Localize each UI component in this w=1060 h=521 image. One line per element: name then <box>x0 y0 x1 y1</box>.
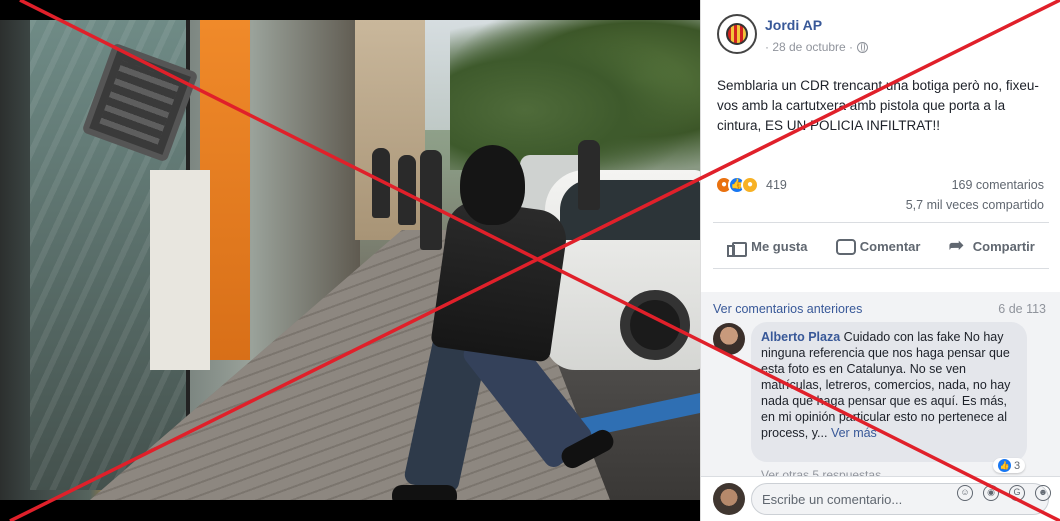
post-meta: · 28 de octubre · <box>765 40 869 54</box>
senyera-emblem-icon <box>726 23 748 45</box>
post-actions: Me gusta Comentar Compartir <box>713 226 1049 266</box>
comment-button[interactable]: Comentar <box>835 238 921 255</box>
share-button[interactable]: Compartir <box>949 235 1035 256</box>
photo-scene <box>0 20 700 500</box>
comment-icon <box>835 238 856 255</box>
photo-bystander <box>578 140 600 210</box>
see-more-link[interactable]: Ver más <box>831 426 877 440</box>
comment-text: Cuidado con las fake No hay ninguna refe… <box>761 330 1011 440</box>
divider <box>713 222 1049 223</box>
comment-author[interactable]: Alberto Plaza <box>761 330 840 344</box>
comments-page-count: 6 de 113 <box>998 302 1046 316</box>
comment-bubble: Alberto Plaza Cuidado con las fake No ha… <box>751 322 1027 462</box>
comment-like-count: 3 <box>1014 459 1021 472</box>
post-photo[interactable] <box>0 0 700 521</box>
camera-icon[interactable]: ◉ <box>983 485 999 501</box>
post-date[interactable]: · 28 de octubre · <box>765 40 853 54</box>
haha-icon: ● <box>741 176 759 194</box>
post-panel: Jordi AP · 28 de octubre · Semblaria un … <box>700 0 1060 521</box>
share-label: Compartir <box>972 238 1035 254</box>
sticker-icon[interactable]: ☻ <box>1035 485 1051 501</box>
commenter-avatar[interactable] <box>713 323 745 355</box>
like-label: Me gusta <box>751 238 808 254</box>
like-button[interactable]: Me gusta <box>727 238 808 257</box>
like-icon: 👍 <box>998 459 1011 472</box>
shares-count[interactable]: 5,7 mil veces compartido <box>906 198 1044 212</box>
reactions-summary[interactable]: ● 👍 ● 419 <box>715 176 787 194</box>
reaction-count: 419 <box>766 178 787 192</box>
emoji-icon[interactable]: ☺ <box>957 485 973 501</box>
photo-man-left-shoe <box>392 485 457 500</box>
photo-bystander <box>398 155 416 225</box>
photo-white-wall <box>150 170 210 370</box>
user-avatar <box>713 483 745 515</box>
composer-icons: ☺ ◉ G ☻ <box>957 485 1051 501</box>
comments-count[interactable]: 169 comentarios <box>952 178 1044 192</box>
comment-label: Comentar <box>859 238 921 254</box>
gif-icon[interactable]: G <box>1009 485 1025 501</box>
photo-bystander <box>372 148 390 218</box>
photo-bystander <box>420 150 442 250</box>
page-name[interactable]: Jordi AP <box>765 17 822 33</box>
globe-icon <box>857 41 869 53</box>
comment-reactions[interactable]: 👍 3 <box>993 458 1026 473</box>
reaction-icons: ● 👍 ● <box>715 176 759 194</box>
post-text: Semblaria un CDR trencant una botiga per… <box>717 78 1039 133</box>
view-previous-comments-link[interactable]: Ver comentarios anteriores <box>713 302 862 316</box>
comment-composer: Escribe un comentario... ☺ ◉ G ☻ <box>701 476 1060 521</box>
divider <box>713 268 1049 269</box>
page-avatar[interactable] <box>717 14 757 54</box>
photo-man-balaclava <box>460 145 525 225</box>
share-icon <box>949 235 967 256</box>
thumbs-up-icon <box>727 238 748 257</box>
photo-car-wheel <box>620 290 690 360</box>
